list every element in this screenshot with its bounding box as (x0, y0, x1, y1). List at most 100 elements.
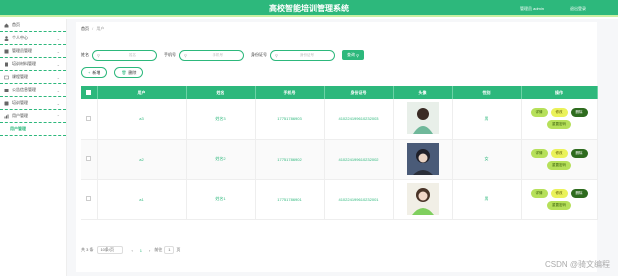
sidebar-item-profile[interactable]: 个人中心 ⌄ (0, 32, 66, 45)
cell-name: 姓名2 (186, 139, 256, 180)
column-header: 操作 (521, 86, 598, 99)
chevron-down-icon: ⌄ (56, 88, 60, 93)
row-checkbox[interactable] (81, 139, 98, 180)
sidebar-item-notices[interactable]: 公告信息管理 ⌄ (0, 84, 66, 97)
search-placeholder: 姓名 (129, 52, 136, 57)
reset-password-button[interactable]: 重置密码 (547, 160, 571, 170)
cell-ops: 详情 修改 删除 重置密码 (521, 179, 598, 220)
search-button-label: 查询 (347, 52, 355, 57)
sidebar-item-label: 培训管理 (12, 100, 28, 105)
search-label-phone: 手机号 (164, 52, 176, 57)
page-size-select[interactable]: 10条/页 (97, 246, 124, 254)
search-button[interactable]: 查询 ⚲ (342, 50, 365, 60)
next-page-button[interactable]: › (149, 248, 150, 253)
top-bar: 高校智能培训管理系统 管理员 admin 退出登录 (0, 0, 618, 17)
edit-button[interactable]: 修改 (550, 108, 568, 118)
search-input-phone[interactable]: ⚲ 手机号 (179, 49, 244, 61)
edit-button[interactable]: 修改 (550, 188, 568, 198)
sidebar-item-label: 公告信息管理 (12, 87, 36, 92)
main-area: 首页 / 用户 姓名 ⚲ 姓名 手机号 ⚲ 手机号 身份证号 ⚲ 身份证号 查询… (67, 19, 618, 276)
select-all-checkbox[interactable] (81, 86, 98, 99)
column-header: 头像 (393, 86, 453, 99)
detail-button[interactable]: 详情 (530, 188, 548, 198)
delete-button[interactable]: 🗑 删除 (114, 67, 144, 78)
breadcrumb-home[interactable]: 首页 (81, 26, 89, 31)
sidebar-item-training[interactable]: 培训管理 ⌄ (0, 97, 66, 110)
search-label-idcard: 身份证号 (251, 52, 267, 57)
chevron-down-icon: ⌄ (56, 101, 60, 106)
goto-unit: 页 (176, 247, 181, 252)
sidebar-item-label: 首页 (12, 22, 20, 27)
avatar (406, 102, 439, 135)
avatar (406, 182, 439, 215)
column-header: 性别 (452, 86, 522, 99)
column-header: 身份证号 (324, 86, 394, 99)
row-delete-button[interactable]: 删除 (570, 108, 588, 118)
avatar (406, 142, 439, 175)
column-header: 姓名 (186, 86, 256, 99)
user-icon (4, 35, 9, 41)
column-header: 手机号 (255, 86, 325, 99)
detail-button[interactable]: 详情 (530, 148, 548, 158)
reset-password-button[interactable]: 重置密码 (547, 120, 571, 130)
current-user: 管理员 admin (519, 6, 544, 11)
sidebar-item-home[interactable]: 首页 (0, 19, 66, 32)
detail-label: 详情 (535, 110, 543, 115)
admin-icon (4, 49, 9, 53)
prev-page-button[interactable]: ‹ (131, 248, 132, 253)
notice-icon (4, 88, 9, 92)
users-icon (4, 114, 9, 118)
row-checkbox[interactable] (81, 99, 98, 140)
users-table: 用户 姓名 手机号 身份证号 头像 性别 操作 a3 姓名3 177517869… (81, 86, 598, 220)
cell-gender: 男 (452, 179, 522, 220)
sidebar-item-label: 课程管理 (12, 74, 28, 79)
cell-name: 姓名3 (186, 99, 256, 140)
add-button[interactable]: + 新增 (81, 67, 108, 78)
detail-button[interactable]: 详情 (530, 108, 548, 118)
edit-label: 修改 (555, 110, 563, 115)
cell-ops: 详情 修改 删除 重置密码 (521, 99, 598, 140)
edit-button[interactable]: 修改 (550, 148, 568, 158)
chevron-down-icon: ⌄ (56, 75, 60, 80)
search-label-name: 姓名 (81, 52, 89, 57)
current-page[interactable]: 1 (140, 248, 142, 253)
search-input-idcard[interactable]: ⚲ 身份证号 (270, 49, 335, 61)
sidebar-item-label: 管理员管理 (12, 48, 32, 53)
sidebar-item-admin[interactable]: 管理员管理 ⌄ (0, 45, 66, 58)
delete-button-label: 删除 (128, 69, 137, 75)
sidebar-item-materials[interactable]: 培训材料管理 ⌄ (0, 58, 66, 71)
sidebar-item-courses[interactable]: 课程管理 ⌄ (0, 71, 66, 84)
goto-label: 前往 (154, 247, 163, 252)
cell-avatar (393, 179, 453, 220)
column-header: 用户 (97, 86, 187, 99)
row-delete-button[interactable]: 删除 (570, 188, 588, 198)
sidebar-item-users[interactable]: 用户管理 ⌃ (0, 110, 66, 123)
search-icon: ⚲ (97, 52, 100, 58)
page-size-value: 10条/页 (100, 247, 115, 252)
row-checkbox[interactable] (81, 179, 98, 220)
search-placeholder: 手机号 (212, 52, 224, 57)
goto-page-input[interactable]: 1 (164, 246, 175, 254)
cell-user: a2 (97, 139, 187, 180)
search-bar: 姓名 ⚲ 姓名 手机号 ⚲ 手机号 身份证号 ⚲ 身份证号 查询 ⚲ (81, 49, 365, 61)
logout-link[interactable]: 退出登录 (570, 6, 586, 12)
sidebar-subitem-user-management[interactable]: 用户管理 (0, 123, 66, 136)
pagination: 共 3 条 10条/页 ‹ 1 › 前往 1 页 (81, 246, 180, 254)
sidebar-item-label: 培训材料管理 (12, 61, 36, 66)
train-icon (4, 101, 9, 105)
cell-user: a1 (97, 179, 187, 220)
row-delete-button[interactable]: 删除 (570, 148, 588, 158)
chevron-up-icon: ⌃ (56, 114, 60, 119)
sidebar: 首页 个人中心 ⌄ 管理员管理 ⌄ 培训材料管理 ⌄ 课程管理 ⌄ 公告信息管理… (0, 19, 67, 276)
reset-password-button[interactable]: 重置密码 (547, 200, 571, 210)
cell-avatar (393, 139, 453, 180)
delete-label: 删除 (575, 150, 583, 155)
course-icon (4, 75, 9, 79)
search-input-name[interactable]: ⚲ 姓名 (92, 49, 157, 61)
detail-label: 详情 (535, 150, 543, 155)
breadcrumb: 首页 / 用户 (81, 26, 104, 32)
reset-password-label: 重置密码 (552, 202, 566, 207)
sidebar-item-label: 个人中心 (12, 35, 28, 40)
search-icon: ⚲ (184, 52, 187, 58)
cell-idcard: 410224199610232001 (324, 179, 394, 220)
